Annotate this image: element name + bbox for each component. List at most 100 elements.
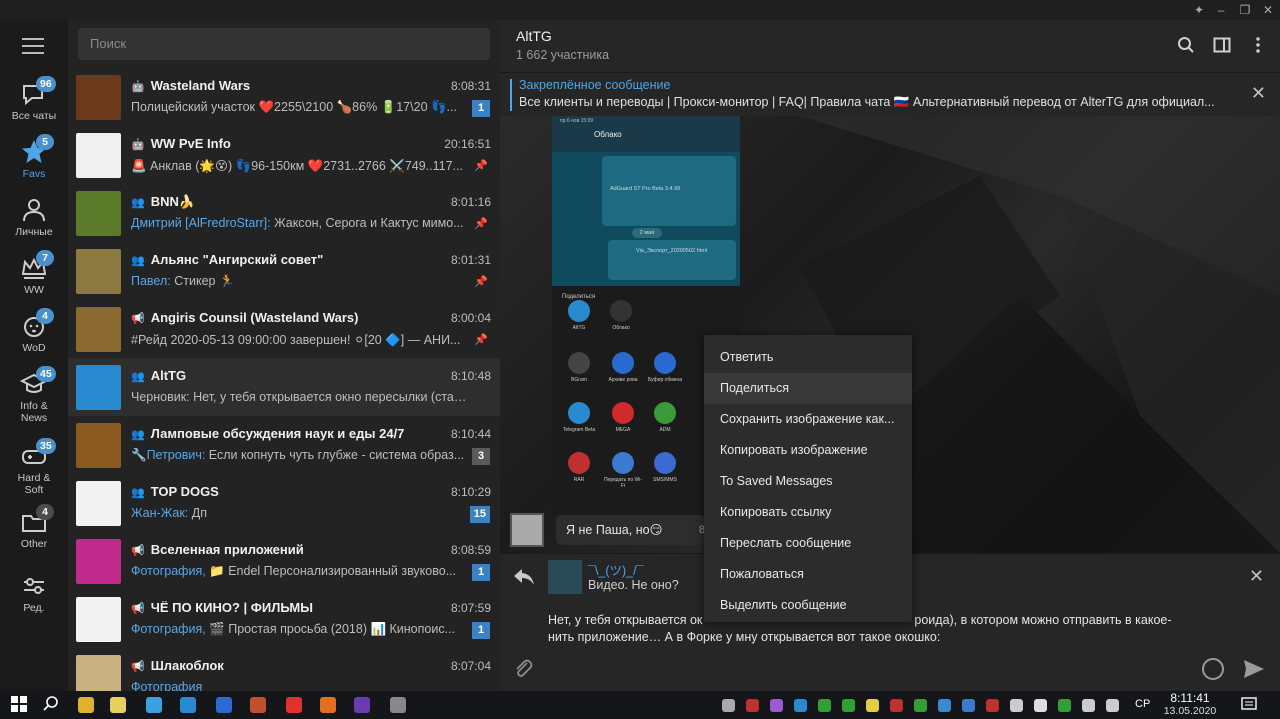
chat-list-item[interactable]: 👥 Альянс "Ангирский совет" 8:01:31 Павел: С… bbox=[68, 242, 500, 300]
chat-list-item[interactable]: 📢 Angiris Counsil (Wasteland Wars) 8:00:04… bbox=[68, 300, 500, 358]
tray-icon[interactable] bbox=[794, 699, 807, 712]
tray-icon[interactable] bbox=[818, 699, 831, 712]
chat-header[interactable]: AltTG 1 662 участника bbox=[500, 20, 1280, 72]
attach-icon[interactable] bbox=[512, 658, 534, 680]
close-icon[interactable]: ✕ bbox=[1256, 0, 1280, 20]
context-menu-item[interactable]: Копировать ссылку bbox=[704, 497, 912, 528]
tray-icon[interactable] bbox=[986, 699, 999, 712]
search-taskbar-icon[interactable] bbox=[42, 695, 62, 715]
emoji-icon[interactable] bbox=[1202, 658, 1224, 680]
tray-icon[interactable] bbox=[866, 699, 879, 712]
language-indicator[interactable]: СР bbox=[1135, 698, 1150, 710]
taskbar-app-icon[interactable] bbox=[250, 697, 266, 713]
folder-crown[interactable]: 7 WW bbox=[0, 250, 68, 306]
search-icon[interactable] bbox=[1176, 36, 1196, 56]
sidebar-toggle-icon[interactable] bbox=[1212, 36, 1232, 56]
chat-list-item[interactable]: 👥 TOP DOGS 8:10:29 Жан-Жак: Дп 15 bbox=[68, 474, 500, 532]
taskbar-app-icon[interactable] bbox=[216, 697, 232, 713]
phone-app-icon bbox=[654, 402, 676, 424]
folder-person[interactable]: Личные bbox=[0, 192, 68, 248]
folder-chats[interactable]: 96 Все чаты bbox=[0, 76, 68, 132]
context-menu-item[interactable]: Выделить сообщение bbox=[704, 590, 912, 621]
chat-list-item[interactable]: 🤖 WW PvE Info 20:16:51 🚨 Анклав (🌟😵) 👣96-15… bbox=[68, 126, 500, 184]
tray-icon[interactable] bbox=[1010, 699, 1023, 712]
chat-preview: Жан-Жак: Дп bbox=[131, 506, 207, 520]
maximize-icon[interactable]: ❐ bbox=[1233, 0, 1257, 20]
pinned-message-bar[interactable]: Закреплённое сообщение Все клиенты и пер… bbox=[500, 72, 1280, 116]
chat-list-item[interactable]: 🤖 Wasteland Wars 8:08:31 Полицейский участо… bbox=[68, 68, 500, 126]
tray-icon[interactable] bbox=[890, 699, 903, 712]
context-menu-item[interactable]: To Saved Messages bbox=[704, 466, 912, 497]
taskbar-app-icon[interactable] bbox=[110, 697, 126, 713]
context-menu-item[interactable]: Переслать сообщение bbox=[704, 528, 912, 559]
chat-list-item[interactable]: 📢 ЧЁ ПО КИНО? | ФИЛЬМЫ 8:07:59 Фотография, … bbox=[68, 590, 500, 648]
chat-time: 8:01:31 bbox=[450, 253, 491, 267]
chat-preview: Фотография, 🎬 Простая просьба (2018) 📊 К… bbox=[131, 622, 455, 636]
person-icon bbox=[20, 196, 48, 224]
draft-line1-end: роида), в котором можно отправить в како… bbox=[914, 613, 1172, 627]
chat-avatar bbox=[76, 481, 121, 526]
phone-app-icon bbox=[568, 300, 590, 322]
folder-star[interactable]: 5 Favs bbox=[0, 134, 68, 190]
taskbar-app-icon[interactable] bbox=[78, 697, 94, 713]
unread-count: 1 bbox=[472, 622, 490, 639]
tray-icon[interactable] bbox=[842, 699, 855, 712]
tray-icon[interactable] bbox=[1082, 699, 1095, 712]
minimize-icon[interactable]: – bbox=[1209, 0, 1233, 20]
incoming-message[interactable]: Я не Паша, но😏 8: bbox=[556, 515, 708, 545]
tray-icon[interactable] bbox=[938, 699, 951, 712]
chat-avatar bbox=[76, 539, 121, 584]
chat-name: 👥 Ламповые обсуждения наук и еды 24/7 bbox=[131, 426, 405, 441]
chat-avatar bbox=[76, 75, 121, 120]
menu-icon[interactable] bbox=[22, 38, 44, 54]
chat-type-icon: 📢 bbox=[131, 313, 145, 325]
chat-type-icon: 📢 bbox=[131, 603, 145, 615]
tray-icon[interactable] bbox=[914, 699, 927, 712]
tray-icon[interactable] bbox=[770, 699, 783, 712]
pinned-accent bbox=[510, 79, 512, 111]
chat-list-item[interactable]: 📢 Вселенная приложений 8:08:59 Фотография, … bbox=[68, 532, 500, 590]
clock[interactable]: 8:11:41 13.05.2020 bbox=[1160, 692, 1220, 718]
context-menu-item[interactable]: Ответить bbox=[704, 342, 912, 373]
phone-chat: AdGuard ST Pro Beta 3.4.99 2 мая Via_Экс… bbox=[552, 152, 740, 286]
chat-list-item[interactable]: 👥 Ламповые обсуждения наук и еды 24/7 8:10… bbox=[68, 416, 500, 474]
taskbar-app-icon[interactable] bbox=[146, 697, 162, 713]
tray-icon[interactable] bbox=[1058, 699, 1071, 712]
pin-icon[interactable]: ✦ bbox=[1187, 0, 1211, 20]
windows-start-icon[interactable] bbox=[10, 695, 30, 715]
folder-sliders[interactable]: Ред. bbox=[0, 568, 68, 624]
pinned-close-icon[interactable]: ✕ bbox=[1251, 83, 1266, 104]
tray-icon[interactable] bbox=[1106, 699, 1119, 712]
chat-preview: Павел: Стикер 🏃 bbox=[131, 274, 235, 288]
taskbar-app-icon[interactable] bbox=[320, 697, 336, 713]
tray-icon[interactable] bbox=[962, 699, 975, 712]
folder-folder[interactable]: 4 Other bbox=[0, 504, 68, 560]
taskbar-app-icon[interactable] bbox=[390, 697, 406, 713]
chat-avatar bbox=[76, 249, 121, 294]
phone-app-icon bbox=[568, 402, 590, 424]
folder-badge: 5 bbox=[36, 134, 54, 150]
context-menu-item[interactable]: Поделиться bbox=[704, 373, 912, 404]
context-menu-item[interactable]: Сохранить изображение как... bbox=[704, 404, 912, 435]
tray-icon[interactable] bbox=[746, 699, 759, 712]
more-options-icon[interactable] bbox=[1248, 36, 1268, 56]
tray-icon[interactable] bbox=[1034, 699, 1047, 712]
folder-dog[interactable]: 4 WoD bbox=[0, 308, 68, 364]
context-menu-item[interactable]: Копировать изображение bbox=[704, 435, 912, 466]
chat-list-item[interactable]: 📢 Шлакоблок 8:07:04 Фотография bbox=[68, 648, 500, 691]
folder-graduation-cap[interactable]: 45 Info & News bbox=[0, 366, 68, 424]
taskbar-app-icon[interactable] bbox=[286, 697, 302, 713]
chat-list-item[interactable]: 👥 BNN🍌 8:01:16 Дмитрий [AlFredroStarr]: Жак… bbox=[68, 184, 500, 242]
search-input[interactable]: Поиск bbox=[78, 28, 490, 60]
context-menu-item[interactable]: Пожаловаться bbox=[704, 559, 912, 590]
notifications-icon[interactable] bbox=[1240, 695, 1260, 715]
chat-list-item[interactable]: 👥 AltTG 8:10:48 Черновик: Нет, у тебя откры… bbox=[68, 358, 500, 416]
send-icon[interactable] bbox=[1242, 657, 1266, 681]
sender-avatar[interactable] bbox=[510, 513, 544, 547]
phone-app-label: RAR bbox=[573, 477, 585, 483]
taskbar-app-icon[interactable] bbox=[354, 697, 370, 713]
folder-gamepad[interactable]: 35 Hard & Soft bbox=[0, 438, 68, 496]
tray-icon[interactable] bbox=[722, 699, 735, 712]
taskbar-app-icon[interactable] bbox=[180, 697, 196, 713]
reply-close-icon[interactable]: ✕ bbox=[1249, 566, 1264, 587]
